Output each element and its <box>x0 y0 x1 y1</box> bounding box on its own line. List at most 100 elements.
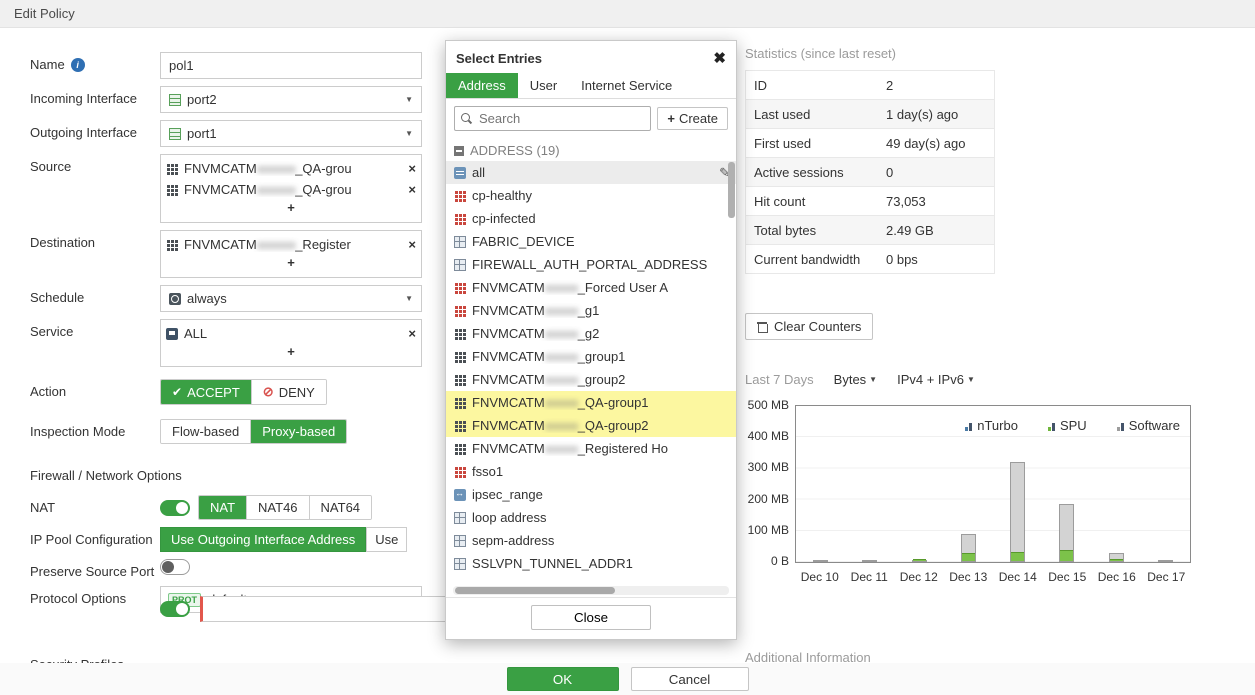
search-input[interactable] <box>477 110 644 127</box>
service-row: Service ALL×+ <box>30 319 444 367</box>
address-group-header[interactable]: ADDRESS (19) <box>446 140 736 161</box>
legend-bars-icon <box>1117 423 1124 433</box>
stats-row-value: 0 <box>886 165 994 180</box>
stats-row-label: First used <box>746 136 886 151</box>
stats-row-value: 2.49 GB <box>886 223 994 238</box>
info-icon[interactable]: i <box>71 58 85 72</box>
security-profile-select[interactable] <box>200 596 462 622</box>
remove-entry-icon[interactable]: × <box>406 237 416 252</box>
add-entry-button[interactable]: + <box>166 200 416 219</box>
tab-user[interactable]: User <box>518 73 569 98</box>
entry-label: FNVMCATMxxxxxx_QA-group2 <box>472 418 730 433</box>
nat-toggle[interactable] <box>160 500 190 516</box>
list-item[interactable]: FIREWALL_AUTH_PORTAL_ADDRESS <box>446 253 736 276</box>
source-box[interactable]: FNVMCATMxxxxxxx_QA-grou×FNVMCATMxxxxxxx_… <box>160 154 422 223</box>
ip-pool-second-option-button[interactable]: Use <box>366 527 407 552</box>
preserve-source-port-toggle[interactable] <box>160 559 190 575</box>
nat64-button[interactable]: NAT64 <box>310 496 372 519</box>
subnet-icon <box>454 535 466 547</box>
service-box[interactable]: ALL×+ <box>160 319 422 367</box>
nat-button[interactable]: NAT <box>199 496 247 519</box>
list-item[interactable]: FNVMCATMxxxxxx_Registered Ho <box>446 437 736 460</box>
action-label: Action <box>30 379 160 399</box>
list-item[interactable]: FABRIC_DEVICE <box>446 230 736 253</box>
collapse-icon[interactable] <box>454 146 464 156</box>
stats-row-value: 0 bps <box>886 252 994 267</box>
entry-label: FNVMCATMxxxxxx_Registered Ho <box>472 441 730 456</box>
interface-icon <box>169 128 181 140</box>
nat46-button[interactable]: NAT46 <box>247 496 310 519</box>
list-item[interactable]: cp-healthy <box>446 184 736 207</box>
remove-entry-icon[interactable]: × <box>406 161 416 176</box>
deny-button[interactable]: ⊘ DENY <box>252 380 326 404</box>
list-item[interactable]: loop address <box>446 506 736 529</box>
horizontal-scrollbar-thumb[interactable] <box>455 587 615 594</box>
accept-button[interactable]: ✔ ACCEPT <box>161 380 252 404</box>
search-box[interactable] <box>454 106 651 131</box>
tab-address[interactable]: Address <box>446 73 518 98</box>
list-item[interactable]: FNVMCATMxxxxxx_group1 <box>446 345 736 368</box>
tab-internet-service[interactable]: Internet Service <box>569 73 684 98</box>
bar-column <box>1141 560 1190 562</box>
remove-entry-icon[interactable]: × <box>406 182 416 197</box>
list-item[interactable]: sepm-address <box>446 529 736 552</box>
address-group-icon <box>166 184 178 196</box>
list-item[interactable]: FNVMCATMxxxxxx_QA-group1 <box>446 391 736 414</box>
x-tick-label: Dec 11 <box>845 570 895 584</box>
list-item[interactable]: ipsec_range <box>446 483 736 506</box>
schedule-select[interactable]: always ▼ <box>160 285 422 312</box>
list-item[interactable]: FNVMCATMxxxxxx_Forced User A <box>446 276 736 299</box>
flow-based-button[interactable]: Flow-based <box>161 420 251 443</box>
list-item[interactable]: fsso1 <box>446 460 736 483</box>
list-item[interactable]: all✎ <box>446 161 736 184</box>
proxy-based-button[interactable]: Proxy-based <box>251 420 346 443</box>
name-input[interactable] <box>160 52 422 79</box>
ip-version-dropdown[interactable]: IPv4 + IPv6 ▼ <box>897 372 975 387</box>
ok-button[interactable]: OK <box>507 667 619 691</box>
list-item[interactable]: FNVMCATMxxxxxx_QA-group2 <box>446 414 736 437</box>
create-button[interactable]: + Create <box>657 107 728 130</box>
stacked-bar <box>961 534 976 562</box>
legend-item: Software <box>1117 418 1180 433</box>
list-item[interactable]: FNVMCATMxxxxxx_g2 <box>446 322 736 345</box>
page-title: Edit Policy <box>0 0 1255 28</box>
security-profile-toggle[interactable] <box>160 601 190 617</box>
vertical-scrollbar[interactable] <box>728 162 735 218</box>
dynamic-address-group-icon <box>454 282 466 294</box>
list-item[interactable]: FNVMCATMxxxxxx_group2 <box>446 368 736 391</box>
list-item[interactable]: cp-infected <box>446 207 736 230</box>
list-item[interactable]: FNVMCATMxxxxxx_g1 <box>446 299 736 322</box>
cancel-button[interactable]: Cancel <box>631 667 749 691</box>
schedule-row: Schedule always ▼ <box>30 285 444 312</box>
entry-label: ipsec_range <box>472 487 730 502</box>
use-outgoing-interface-address-button[interactable]: Use Outgoing Interface Address <box>160 527 366 552</box>
chart-legend: nTurboSPUSoftware <box>836 418 1180 433</box>
stats-row-label: Total bytes <box>746 223 886 238</box>
bar-segment-spu <box>1060 550 1073 561</box>
bytes-dropdown[interactable]: Bytes ▼ <box>834 372 877 387</box>
add-entry-button[interactable]: + <box>166 255 416 274</box>
entry-label: FNVMCATMxxxxxx_g1 <box>472 303 730 318</box>
last-7-days-label: Last 7 Days <box>745 372 814 387</box>
traffic-chart: nTurboSPUSoftware <box>795 405 1191 563</box>
entry-label: FNVMCATMxxxxxxx_QA-grou <box>184 182 400 197</box>
bar-column <box>845 560 894 562</box>
interface-icon <box>169 94 181 106</box>
preserve-source-port-label: Preserve Source Port <box>30 559 160 579</box>
clear-counters-button[interactable]: Clear Counters <box>745 313 873 340</box>
remove-entry-icon[interactable]: × <box>406 326 416 341</box>
stats-row-label: Hit count <box>746 194 886 209</box>
close-button[interactable]: Close <box>531 605 651 630</box>
x-tick-label: Dec 13 <box>944 570 994 584</box>
destination-box[interactable]: FNVMCATMxxxxxxx_Register×+ <box>160 230 422 278</box>
chevron-down-icon: ▼ <box>967 375 975 384</box>
outgoing-interface-select[interactable]: port1 ▼ <box>160 120 422 147</box>
incoming-interface-select[interactable]: port2 ▼ <box>160 86 422 113</box>
add-entry-button[interactable]: + <box>166 344 416 363</box>
list-item[interactable]: SSLVPN_TUNNEL_ADDR1 <box>446 552 736 575</box>
redacted-text: xxxxxx <box>545 418 578 433</box>
selected-entry: ALL× <box>166 323 416 344</box>
close-icon[interactable]: ✖ <box>713 49 726 67</box>
address-group-icon <box>166 239 178 251</box>
check-icon: ✔ <box>172 385 182 399</box>
